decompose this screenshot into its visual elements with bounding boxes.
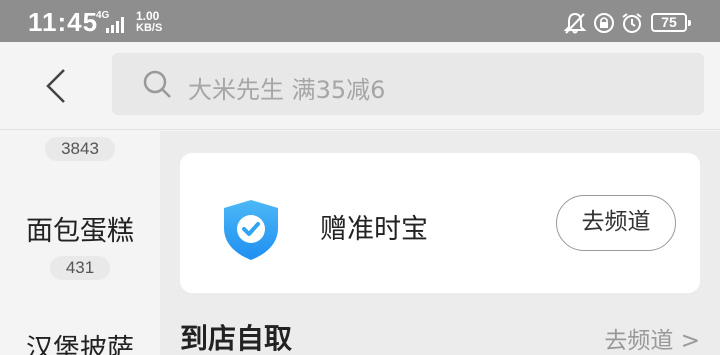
main-content: 赠准时宝 去频道 到店自取 去频道 > [160, 131, 720, 355]
go-channel-link[interactable]: 去频道 > [604, 321, 700, 355]
section-title: 到店自取 [180, 322, 293, 355]
network-speed-unit: KB/S [136, 22, 163, 34]
category-count: 431 [49, 256, 111, 280]
category-count: 3843 [45, 137, 115, 161]
sidebar-item-bakery[interactable]: 面包蛋糕 431 [0, 209, 160, 280]
alarm-icon [622, 13, 642, 33]
back-icon[interactable] [40, 66, 72, 106]
sidebar-item-burger-pizza[interactable]: 汉堡披萨 [0, 327, 160, 355]
mute-icon [563, 12, 587, 34]
search-placeholder: 大米先生 满35减6 [188, 76, 386, 104]
signal-icon [106, 17, 124, 33]
battery-indicator: 75 [651, 13, 691, 32]
status-time: 11:45 [28, 7, 99, 37]
category-label: 汉堡披萨 [26, 334, 134, 355]
go-channel-button[interactable]: 去频道 [556, 195, 676, 251]
sidebar-item-previous[interactable]: 3843 [0, 137, 160, 161]
shield-check-icon [224, 200, 278, 260]
category-sidebar: 3843 面包蛋糕 431 汉堡披萨 [0, 131, 160, 355]
network-speed-value: 1.00 [136, 9, 160, 23]
status-bar: 11:45 4G 1.00 KB/S 75 [0, 0, 720, 42]
search-header: 大米先生 满35减6 [0, 42, 720, 130]
search-input[interactable]: 大米先生 满35减6 [112, 53, 704, 115]
channel-title: 赠准时宝 [320, 214, 428, 245]
category-label: 面包蛋糕 [26, 216, 134, 247]
search-icon [143, 70, 171, 98]
channel-card[interactable]: 赠准时宝 去频道 [180, 153, 700, 293]
rotation-lock-icon [594, 13, 614, 33]
